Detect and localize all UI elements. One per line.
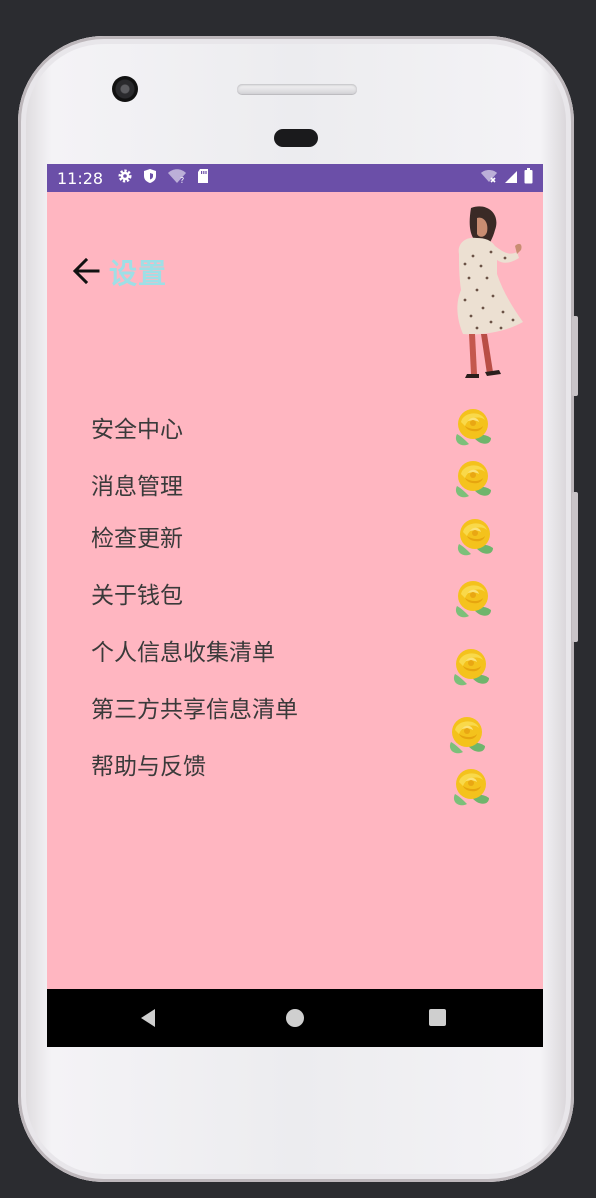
front-camera [112,76,138,102]
menu-item-personal-info-list[interactable]: 个人信息收集清单 [91,633,275,667]
system-nav-bar [47,989,543,1047]
gear-icon [117,168,133,188]
yellow-rose-icon [453,769,489,806]
yellow-rose-icon [455,461,491,498]
proximity-sensor [274,129,318,147]
yellow-rose-icon [455,409,491,446]
arrow-left-icon [72,257,100,285]
wifi-off-icon [480,168,498,188]
battery-icon [524,168,533,188]
menu-item-security-center[interactable]: 安全中心 [91,410,183,444]
svg-text:?: ? [180,176,184,184]
earpiece-speaker [237,84,357,94]
menu-item-check-update[interactable]: 检查更新 [91,519,183,553]
yellow-rose-icon [453,649,489,686]
status-bar: 11:28 ? [47,164,543,192]
yellow-rose-icon [455,581,491,618]
menu-item-message-management[interactable]: 消息管理 [91,467,183,501]
nav-home-icon[interactable] [286,1009,304,1027]
menu-item-help-feedback[interactable]: 帮助与反馈 [91,747,206,781]
app-screen: 11:28 ? 设置 安全中心 消息管理 检查更新 关于钱包 个人信息收集清单 … [47,164,543,1047]
cellular-signal-icon [504,169,518,188]
sd-card-icon [197,168,209,188]
status-time: 11:28 [57,168,104,188]
shield-icon [143,168,157,188]
nav-recent-icon[interactable] [429,1009,446,1026]
yellow-rose-icon [449,717,485,754]
yellow-rose-icon [457,519,493,556]
wifi-question-icon: ? [167,168,187,188]
back-button[interactable] [71,256,101,286]
volume-button [572,316,578,396]
menu-item-about-wallet[interactable]: 关于钱包 [91,576,183,610]
nav-back-icon[interactable] [139,1008,159,1028]
menu-item-third-party-sharing-list[interactable]: 第三方共享信息清单 [91,690,298,724]
power-button [572,492,578,642]
page-title: 设置 [109,257,168,290]
standing-girl-illustration [457,206,523,378]
